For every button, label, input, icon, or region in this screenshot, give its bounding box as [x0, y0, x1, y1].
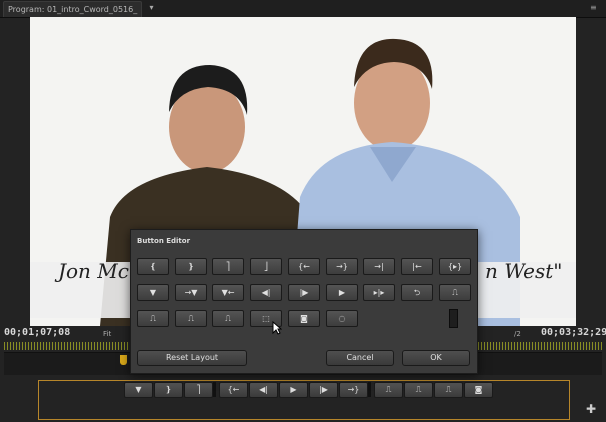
lift-icon: ⎍ — [445, 385, 452, 394]
tab-program-monitor[interactable]: Program: 01_intro_Cword_0516_ — [3, 1, 143, 17]
play-around-button[interactable]: ▸|▸ — [363, 284, 395, 301]
go-to-prev-edit-button[interactable]: |← — [401, 258, 433, 275]
lift-icon: ⎍ — [188, 314, 194, 323]
mark-out-icon: ⎤ — [226, 262, 230, 271]
marker-icon: ▼ — [135, 385, 142, 394]
step-forward-icon: |▶ — [299, 288, 309, 297]
step-back-icon: ◀| — [261, 288, 271, 297]
mark-clip-button[interactable]: ⎦ — [250, 258, 282, 275]
transport-step-forward-button[interactable]: |▶ — [309, 382, 338, 398]
export-frame-icon: ◙ — [300, 314, 308, 323]
export-frame-icon: ◙ — [474, 385, 483, 394]
ok-button[interactable]: OK — [402, 350, 470, 366]
play-in-to-out-icon: {▸} — [447, 262, 463, 271]
insert-button[interactable]: ⎍ — [439, 284, 471, 301]
zoom-level-select[interactable]: Fit — [103, 330, 111, 338]
transport-separator — [213, 382, 216, 397]
add-marker-button[interactable]: ❴ — [137, 258, 169, 275]
go-to-prev-edit-icon: |← — [412, 262, 422, 271]
playhead-handle[interactable] — [120, 355, 127, 365]
add-button-plus-icon[interactable]: ✚ — [586, 402, 596, 416]
transport-step-back-button[interactable]: ◀| — [249, 382, 278, 398]
transport-go-to-out-button[interactable]: →} — [339, 382, 368, 398]
transport-go-to-in-button[interactable]: {← — [219, 382, 248, 398]
step-back-button[interactable]: ◀| — [250, 284, 282, 301]
overwrite-icon: ⎍ — [415, 385, 422, 394]
lower-third-name-right: n West" — [485, 259, 563, 283]
go-to-next-marker-button[interactable]: →▼ — [175, 284, 207, 301]
step-forward-button[interactable]: |▶ — [288, 284, 320, 301]
trim-monitor-icon: ⬚ — [262, 314, 270, 323]
add-marker-icon: ❴ — [149, 262, 157, 271]
dialog-title: Button Editor — [137, 237, 191, 245]
go-to-prev-marker-icon: ▼← — [221, 288, 235, 297]
step-forward-icon: |▶ — [319, 385, 328, 394]
play-button[interactable]: ▶ — [326, 284, 358, 301]
overwrite-button[interactable]: ⎍ — [137, 310, 169, 327]
transport-marker-button[interactable]: ▼ — [124, 382, 153, 398]
closed-caption-button[interactable]: ◌ — [326, 310, 358, 327]
mark-out-button[interactable]: ⎤ — [212, 258, 244, 275]
reset-layout-button[interactable]: Reset Layout — [137, 350, 247, 366]
play-icon: ▶ — [338, 288, 346, 297]
tab-menu-icon[interactable]: ▾ — [146, 3, 157, 13]
lift-button[interactable]: ⎍ — [175, 310, 207, 327]
play-around-icon: ▸|▸ — [373, 288, 385, 297]
go-to-in-icon: {← — [227, 385, 240, 394]
go-to-out-button[interactable]: →} — [326, 258, 358, 275]
play-icon: ▶ — [290, 385, 297, 394]
extract-icon: ⎍ — [225, 314, 231, 323]
transport-lift-button[interactable]: ⎍ — [434, 382, 463, 398]
loop-icon: ⮌ — [413, 288, 421, 297]
export-frame-button[interactable]: ◙ — [288, 310, 320, 327]
transport-export-frame-button[interactable]: ◙ — [464, 382, 493, 398]
loop-button[interactable]: ⮌ — [401, 284, 433, 301]
go-to-next-marker-icon: →▼ — [184, 288, 198, 297]
transport-mark-out-button[interactable]: ⎤ — [184, 382, 213, 398]
go-to-in-button[interactable]: {← — [288, 258, 320, 275]
extract-button[interactable]: ⎍ — [212, 310, 244, 327]
mouse-pointer-icon — [272, 321, 282, 335]
duration-timecode: 00;03;32;29 — [541, 327, 606, 338]
panel-menu-icon[interactable]: ≡ — [590, 3, 602, 13]
go-to-out-icon: →} — [336, 262, 348, 271]
mark-out-icon: ⎤ — [196, 385, 201, 394]
playhead-timecode[interactable]: 00;01;07;08 — [4, 327, 70, 338]
go-to-in-icon: {← — [298, 262, 310, 271]
marker-button[interactable]: ▼ — [137, 284, 169, 301]
play-in-to-out-button[interactable]: {▸} — [439, 258, 471, 275]
mark-in-icon: ❵ — [165, 385, 172, 394]
go-to-prev-marker-button[interactable]: ▼← — [212, 284, 244, 301]
go-to-out-icon: →} — [347, 385, 360, 394]
marker-icon: ▼ — [149, 288, 157, 297]
button-drop-slot[interactable] — [449, 309, 458, 328]
overwrite-icon: ⎍ — [150, 314, 156, 323]
transport-mark-in-button[interactable]: ❵ — [154, 382, 183, 398]
go-to-next-edit-icon: →| — [374, 262, 384, 271]
transport-insert-button[interactable]: ⎍ — [374, 382, 403, 398]
closed-caption-icon: ◌ — [338, 314, 346, 323]
playback-resolution-select[interactable]: /2 — [514, 330, 521, 338]
mark-in-button[interactable]: ❵ — [175, 258, 207, 275]
insert-icon: ⎍ — [452, 288, 458, 297]
mark-in-icon: ❵ — [187, 262, 195, 271]
cancel-button[interactable]: Cancel — [326, 350, 394, 366]
transport-overwrite-button[interactable]: ⎍ — [404, 382, 433, 398]
insert-icon: ⎍ — [385, 385, 392, 394]
transport-separator — [368, 382, 371, 397]
mark-clip-icon: ⎦ — [264, 262, 268, 271]
step-back-icon: ◀| — [259, 385, 268, 394]
transport-play-button[interactable]: ▶ — [279, 382, 308, 398]
lower-third-name-left: Jon Mc — [58, 259, 129, 283]
go-to-next-edit-button[interactable]: →| — [363, 258, 395, 275]
